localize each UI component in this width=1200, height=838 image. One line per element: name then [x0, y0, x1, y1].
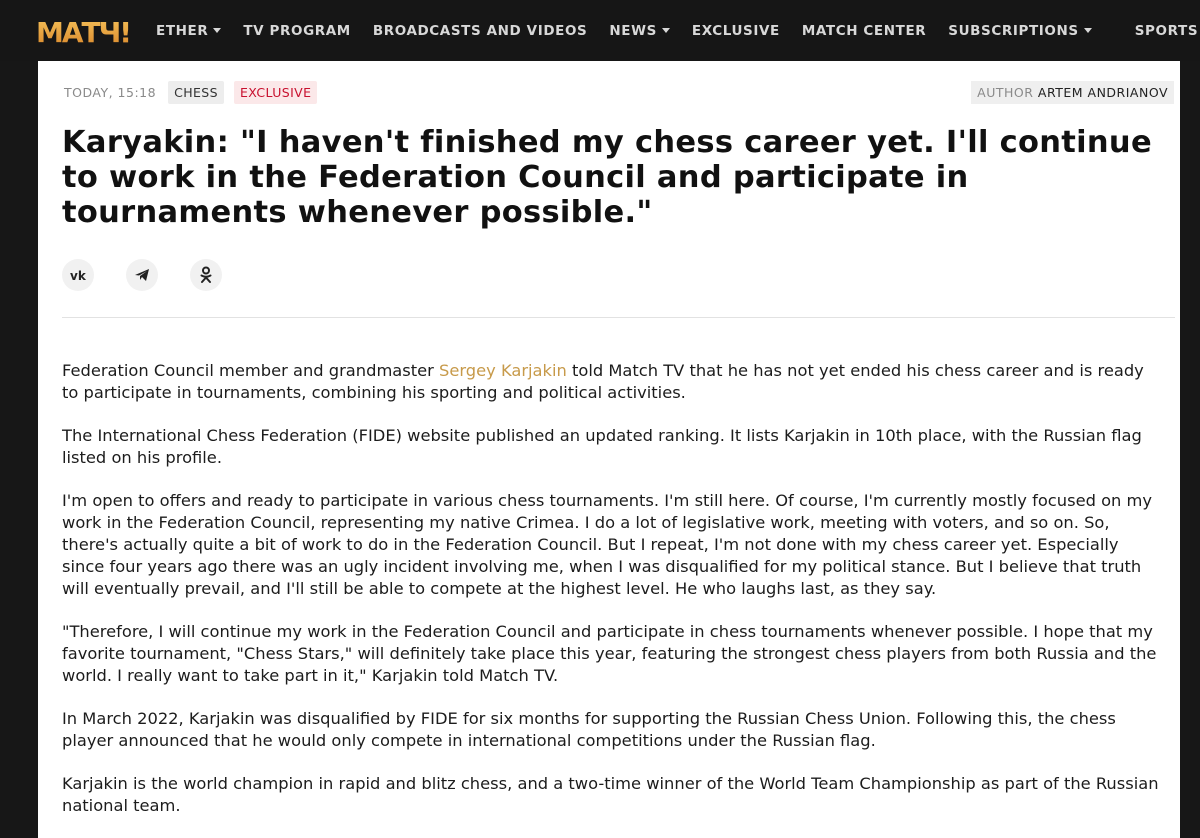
- paragraph-3: I'm open to offers and ready to particip…: [62, 491, 1153, 598]
- chevron-down-icon: [1083, 28, 1092, 33]
- logo-mark: МАТЧ!: [36, 17, 132, 45]
- article-meta: TODAY, 15:18 CHESS EXCLUSIVE: [64, 81, 327, 104]
- nav-subscriptions[interactable]: SUBSCRIPTIONS: [948, 22, 1092, 39]
- top-navigation: МАТЧ! ETHER TV PROGRAM BROADCASTS AND VI…: [0, 0, 1200, 61]
- paragraph-2: The International Chess Federation (FIDE…: [62, 426, 1142, 467]
- nav-tv-program[interactable]: TV PROGRAM: [243, 23, 350, 39]
- chevron-down-icon: [213, 28, 222, 33]
- nav-exclusive[interactable]: EXCLUSIVE: [692, 23, 780, 39]
- nav-news-label: NEWS: [609, 22, 657, 39]
- article-headline: Karyakin: "I haven't finished my chess c…: [62, 125, 1152, 230]
- left-margin: [0, 61, 38, 838]
- svg-text:vk: vk: [70, 269, 86, 281]
- odnoklassniki-icon: [200, 266, 212, 283]
- divider: [62, 317, 1175, 318]
- paragraph-1-start: Federation Council member and grandmaste…: [62, 361, 440, 380]
- article-container: TODAY, 15:18 CHESS EXCLUSIVE AUTHOR ARTE…: [38, 61, 1180, 838]
- svg-text:МАТЧ!: МАТЧ!: [36, 17, 130, 45]
- nav-exclusive-label: EXCLUSIVE: [691, 22, 780, 39]
- nav-news[interactable]: NEWS: [609, 23, 670, 39]
- share-odnoklassniki-button[interactable]: [190, 259, 222, 291]
- nav-subscriptions-label: SUBSCRIPTIONS: [948, 22, 1079, 39]
- paragraph-5: In March 2022, Karjakin was disqualified…: [62, 709, 1116, 750]
- share-telegram-button[interactable]: [126, 259, 158, 291]
- telegram-icon: [135, 269, 149, 281]
- paragraph-4: "Therefore, I will continue my work in t…: [62, 622, 1157, 685]
- tag-exclusive[interactable]: EXCLUSIVE: [233, 81, 318, 104]
- author-label: AUTHOR: [977, 85, 1034, 100]
- vk-icon: vk: [70, 269, 86, 281]
- nav-tv-program-label: TV PROGRAM: [243, 22, 351, 39]
- author-badge[interactable]: AUTHOR ARTEM ANDRIANOV: [971, 81, 1174, 104]
- nav-sports-label: SPORTS: [1134, 22, 1199, 39]
- author-name: ARTEM ANDRIANOV: [1037, 85, 1168, 100]
- article-body: Federation Council member and grandmaste…: [62, 360, 1162, 838]
- nav-broadcasts-label: BROADCASTS AND VIDEOS: [372, 22, 588, 39]
- share-buttons: vk: [62, 259, 254, 291]
- person-link[interactable]: Sergey Karjakin: [439, 361, 567, 380]
- nav-ether[interactable]: ETHER: [156, 22, 222, 39]
- nav-ether-label: ETHER: [156, 22, 209, 39]
- match-tv-logo[interactable]: МАТЧ!: [36, 0, 138, 61]
- paragraph-6: Karjakin is the world champion in rapid …: [62, 774, 1159, 815]
- nav-sports[interactable]: SPORTS: [1135, 23, 1200, 39]
- nav-match-center-label: MATCH CENTER: [801, 22, 927, 39]
- tag-chess[interactable]: CHESS: [168, 81, 224, 104]
- share-vk-button[interactable]: vk: [62, 259, 94, 291]
- nav-broadcasts[interactable]: BROADCASTS AND VIDEOS: [373, 23, 588, 39]
- paragraph-1: Federation Council member and grandmaste…: [62, 360, 1162, 404]
- right-margin: [1180, 61, 1200, 838]
- nav-match-center[interactable]: MATCH CENTER: [802, 23, 926, 39]
- publish-time: TODAY, 15:18: [64, 85, 157, 100]
- chevron-down-icon: [661, 28, 670, 33]
